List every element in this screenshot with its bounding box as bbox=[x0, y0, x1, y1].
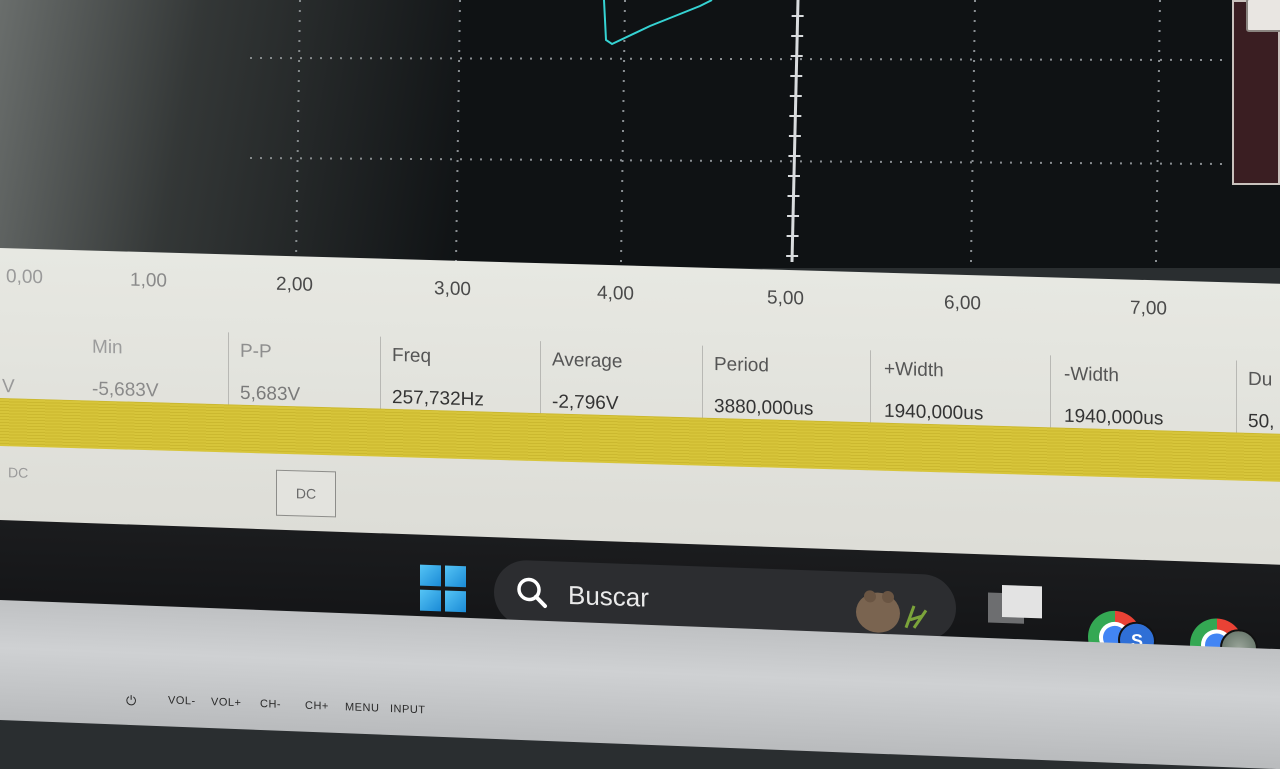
column-divider bbox=[870, 350, 871, 433]
column-divider bbox=[702, 345, 703, 428]
coupling-dc-button-label: DC bbox=[295, 485, 317, 502]
time-tick: 2,00 bbox=[276, 273, 313, 296]
measurement-label-average: Average bbox=[552, 349, 623, 373]
time-tick: 4,00 bbox=[597, 282, 634, 305]
measurement-label-pos-width: +Width bbox=[884, 358, 944, 382]
measurement-label-pp: P-P bbox=[240, 340, 272, 363]
search-icon bbox=[517, 577, 547, 609]
measurement-label-duty: Du bbox=[1248, 368, 1273, 391]
search-placeholder: Buscar bbox=[568, 579, 649, 613]
power-icon[interactable]: ⏻ bbox=[126, 693, 137, 709]
monitor-button-vol-up[interactable]: VOL+ bbox=[211, 696, 241, 709]
monitor-button-ch-up[interactable]: CH+ bbox=[305, 700, 329, 713]
measurement-value-partial: V bbox=[2, 376, 15, 398]
measurement-value-min: -5,683V bbox=[92, 378, 159, 402]
monitor-button-vol-down[interactable]: VOL- bbox=[168, 694, 196, 707]
time-tick: 7,00 bbox=[1130, 297, 1167, 320]
monitor-button-menu[interactable]: MENU bbox=[345, 701, 379, 714]
time-tick: 1,00 bbox=[130, 269, 167, 292]
task-view-icon[interactable] bbox=[986, 582, 1044, 630]
measurement-value-duty: 50, bbox=[1248, 410, 1275, 433]
column-divider bbox=[1050, 355, 1051, 438]
time-tick: 0,00 bbox=[6, 266, 43, 289]
center-axis bbox=[790, 0, 800, 263]
time-tick: 3,00 bbox=[434, 278, 471, 301]
measurement-label-neg-width: -Width bbox=[1064, 363, 1119, 387]
monitor-button-ch-down[interactable]: CH- bbox=[260, 698, 281, 711]
measurement-value-freq: 257,732Hz bbox=[392, 386, 484, 411]
waveform-trace bbox=[603, 0, 713, 46]
measurement-value-average: -2,796V bbox=[552, 391, 619, 415]
side-panel-button[interactable] bbox=[1246, 0, 1280, 32]
screen-glare bbox=[0, 0, 460, 268]
coupling-label: DC bbox=[8, 464, 29, 481]
coupling-dc-button[interactable]: DC bbox=[276, 469, 336, 518]
monitor-button-input[interactable]: INPUT bbox=[390, 703, 426, 716]
measurement-value-pos-width: 1940,000us bbox=[884, 400, 984, 425]
measurement-label-period: Period bbox=[714, 353, 769, 377]
column-divider bbox=[540, 341, 541, 424]
time-tick: 6,00 bbox=[944, 292, 981, 315]
side-panel bbox=[1232, 0, 1280, 185]
measurement-value-pp: 5,683V bbox=[240, 382, 301, 406]
column-divider bbox=[228, 332, 229, 415]
measurement-value-neg-width: 1940,000us bbox=[1064, 405, 1164, 430]
measurement-label-freq: Freq bbox=[392, 344, 432, 368]
time-tick: 5,00 bbox=[767, 287, 804, 310]
grid-line-vertical bbox=[1155, 0, 1161, 263]
grid-line-vertical bbox=[970, 0, 976, 263]
column-divider bbox=[1236, 360, 1237, 443]
search-highlight-icon bbox=[856, 590, 928, 633]
scope-display bbox=[0, 0, 1280, 268]
column-divider bbox=[380, 336, 381, 419]
measurement-label-min: Min bbox=[92, 336, 123, 359]
windows-start-icon[interactable] bbox=[420, 564, 466, 613]
measurement-value-period: 3880,000us bbox=[714, 395, 814, 420]
